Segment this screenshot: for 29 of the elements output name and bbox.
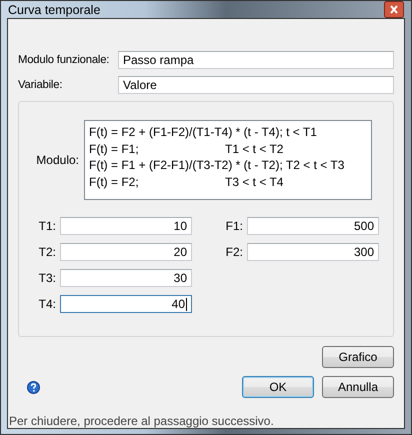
field-label: T1: <box>38 219 56 233</box>
formula-line: F(t) = F1 + (F2-F1)/(T3-T2) * (t - T2); T2 < t < T3 <box>89 157 346 174</box>
number-field[interactable]: 500 <box>247 217 379 235</box>
text-field[interactable]: Valore <box>118 76 394 94</box>
formula-line: F(t) = F2; T3 < t < T4 <box>89 174 284 190</box>
number-field[interactable]: 30 <box>60 269 192 287</box>
number-field[interactable]: 300 <box>247 243 379 261</box>
field-label: Modulo funzionale: <box>18 54 110 66</box>
number-field[interactable]: 20 <box>60 243 192 261</box>
close-icon[interactable] <box>384 1 404 18</box>
field-label: T4: <box>38 297 56 311</box>
window-title: Curva temporale <box>7 2 100 16</box>
formula-label: Modulo: <box>35 153 79 167</box>
ok-button[interactable]: OK <box>242 376 314 398</box>
number-field[interactable]: 40 <box>60 295 192 313</box>
field-label: Variabile: <box>18 78 64 90</box>
number-field[interactable]: 10 <box>60 217 192 235</box>
text-field[interactable]: Passo rampa <box>118 50 394 68</box>
status-text: Per chiudere, procedere al passaggio successivo. <box>9 414 275 428</box>
field-label: T2: <box>38 245 56 259</box>
chart-button[interactable]: Grafico <box>322 346 394 368</box>
field-label: T3: <box>38 271 56 285</box>
help-icon[interactable] <box>27 380 40 394</box>
field-label: F2: <box>224 245 243 259</box>
field-label: F1: <box>224 219 243 233</box>
formula-line: F(t) = F1; T1 < t < T2 <box>89 140 284 157</box>
formula-line: F(t) = F2 + (F1-F2)/(T1-T4) * (t - T4); t < T1 <box>89 124 318 140</box>
formula-field[interactable]: F(t) = F2 + (F1-F2)/(T1-T4) * (t - T4); t < T1 F(t) = F1; T1 < t < T2 F(t) = F1 + (F2-F1)/(T3-T2) * (t - T2); T2 < t < T3 F(t) = F2; T3 < t < T4 <box>84 120 372 200</box>
cancel-button[interactable]: Annulla <box>322 376 394 398</box>
